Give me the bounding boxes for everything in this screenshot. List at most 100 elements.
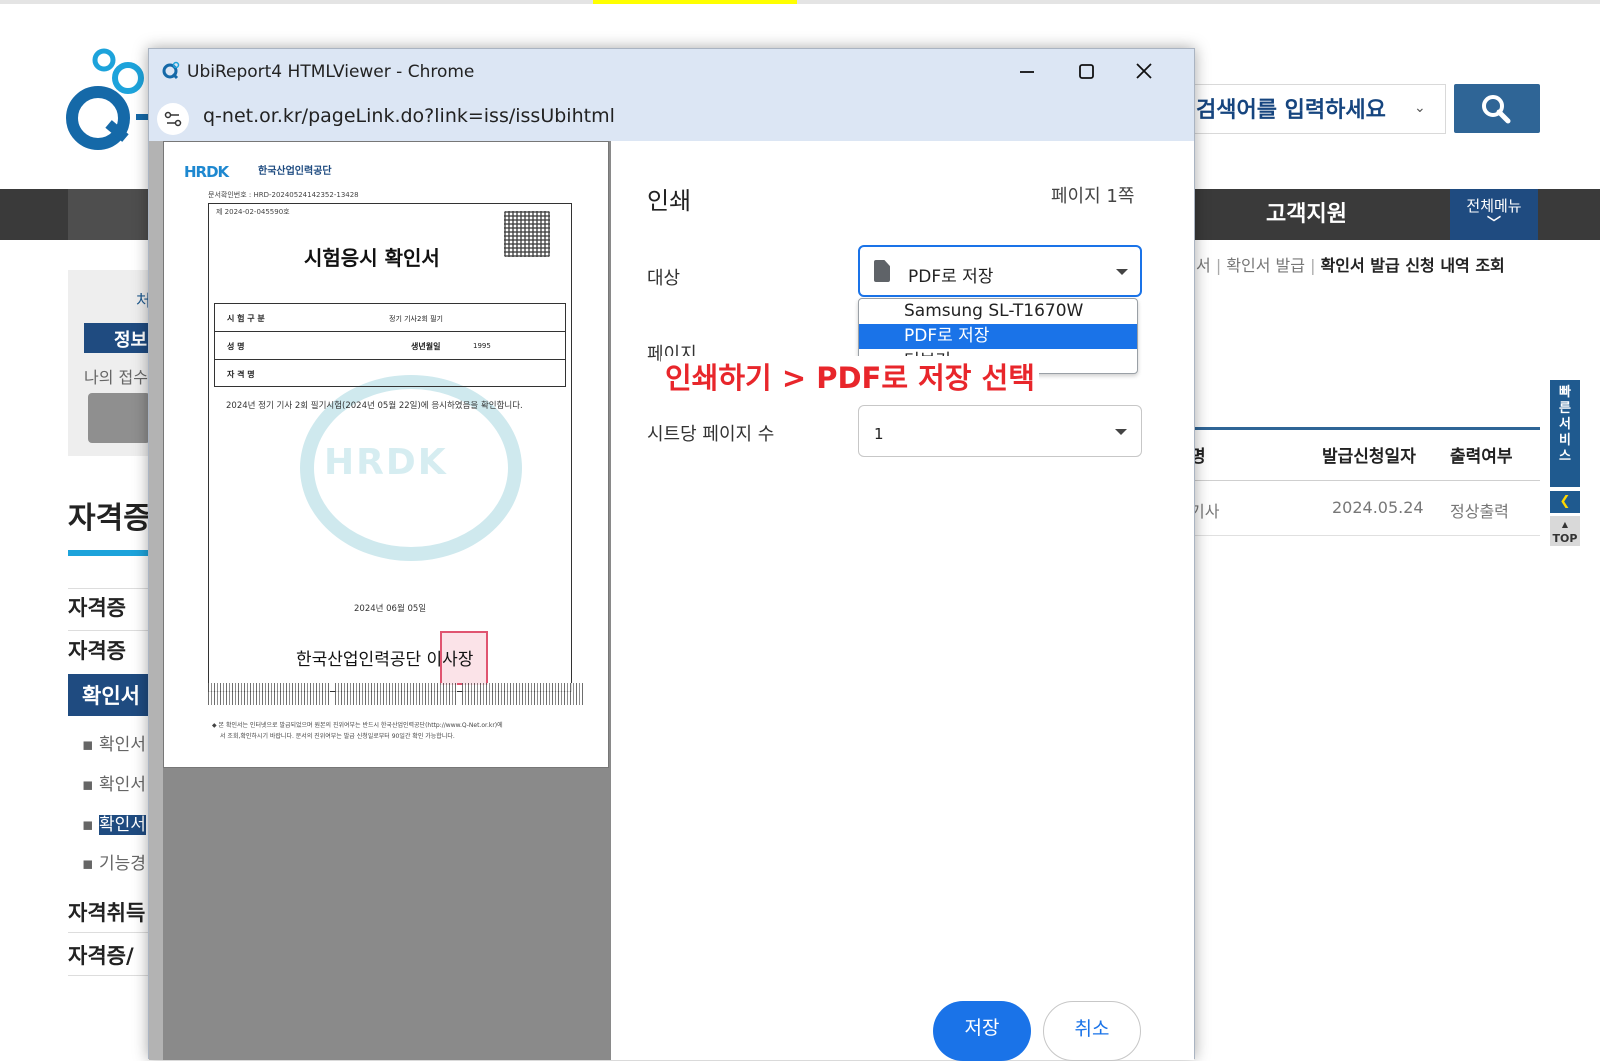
pages-per-sheet-select[interactable]: 1 bbox=[858, 405, 1142, 457]
nav-item-partial[interactable] bbox=[68, 189, 150, 240]
preview-page: HRDK 한국산업인력공단 문서확인번호 : HRD-2024052414235… bbox=[163, 141, 609, 768]
destination-label: 대상 bbox=[647, 268, 681, 289]
annotation-label: 인쇄하기 > PDF로 저장 선택 bbox=[661, 356, 1039, 400]
close-icon[interactable] bbox=[1124, 55, 1164, 89]
site-settings-icon bbox=[164, 111, 182, 127]
all-menu-label: 전체메뉴 bbox=[1466, 197, 1522, 215]
table-bottom-border bbox=[1190, 535, 1540, 536]
document-frame bbox=[208, 203, 572, 692]
left-menu-item[interactable]: 자격증 bbox=[68, 635, 126, 665]
divider bbox=[68, 630, 150, 631]
left-menu-item[interactable]: 자격증/ bbox=[68, 940, 134, 970]
row-label: 시 험 구 분 bbox=[227, 314, 265, 323]
document-icon bbox=[874, 260, 890, 282]
caret-down-icon bbox=[1115, 429, 1127, 435]
hrdk-logo-text: HRDK bbox=[184, 163, 229, 181]
chrome-popup-window: UbiReport4 HTMLViewer - Chrome q-net.or.… bbox=[148, 48, 1195, 1061]
left-submenu-label: 확인서 bbox=[98, 815, 146, 835]
scroll-top-button[interactable]: ▲ TOP bbox=[1550, 516, 1580, 546]
row-value: 1995 bbox=[473, 342, 491, 350]
issue-date: 2024년 06월 05일 bbox=[354, 604, 427, 614]
table-top-border bbox=[1190, 427, 1540, 430]
window-title: UbiReport4 HTMLViewer - Chrome bbox=[187, 62, 475, 82]
quick-service-tab[interactable]: 빠른서비스 bbox=[1550, 380, 1580, 487]
left-submenu-label: 기능경 bbox=[98, 854, 146, 874]
print-settings-panel: 인쇄 페이지 1쪽 대상 PDF로 저장 페이지 Samsung SL-T167… bbox=[611, 141, 1194, 1061]
row-label: 자 격 명 bbox=[227, 370, 255, 379]
hrdk-logo: HRDK bbox=[184, 162, 229, 181]
breadcrumb-partial: 서 bbox=[1196, 256, 1211, 275]
footnote: ◆ 본 확인서는 인터넷으로 발급되었으며 원본의 진위여부는 반드시 한국산업… bbox=[212, 722, 503, 729]
destination-option-selected[interactable]: PDF로 저장 bbox=[859, 324, 1137, 349]
left-menu-item[interactable]: 자격취득 bbox=[68, 897, 145, 927]
table-row: 자 격 명 bbox=[215, 360, 565, 388]
left-submenu-item[interactable]: ▪ 확인서 bbox=[82, 730, 146, 755]
table-header-date: 발급신청일자 bbox=[1322, 447, 1416, 467]
page-count: 페이지 1쪽 bbox=[1051, 186, 1135, 207]
org-name: 한국산업인력공단 bbox=[258, 166, 332, 177]
maximize-icon[interactable] bbox=[1066, 55, 1106, 89]
divider bbox=[68, 975, 150, 976]
cert-number: 제 2024-02-045590호 bbox=[216, 208, 290, 216]
table-cell-status: 정상출력 bbox=[1450, 502, 1509, 521]
search-dropdown-caret[interactable]: ⌄ bbox=[1414, 100, 1426, 116]
divider bbox=[68, 932, 150, 933]
footnote: 서 조회,확인하시기 바랍니다. 문서의 진위여부는 발급 신청일로부터 90일… bbox=[220, 733, 455, 740]
section-title: 자격증 bbox=[68, 501, 151, 536]
breadcrumb-current: 확인서 발급 신청 내역 조회 bbox=[1320, 256, 1505, 275]
table-header-status: 출력여부 bbox=[1450, 447, 1513, 467]
breadcrumb-item[interactable]: 확인서 발급 bbox=[1226, 256, 1305, 275]
qr-code bbox=[504, 211, 550, 257]
arrow-up-icon: ▲ bbox=[1561, 520, 1569, 529]
my-application-text: 나의 접수 bbox=[84, 368, 148, 387]
destination-select[interactable]: PDF로 저장 bbox=[858, 245, 1142, 297]
minimize-icon[interactable] bbox=[1007, 55, 1047, 89]
barcode bbox=[335, 683, 457, 705]
table-cell-date: 2024.05.24 bbox=[1332, 498, 1424, 517]
print-dialog: HRDK 한국산업인력공단 문서확인번호 : HRD-2024052414235… bbox=[149, 141, 1194, 1061]
top-label: TOP bbox=[1552, 532, 1578, 545]
all-menu-button[interactable]: 전체메뉴 ﹀ bbox=[1450, 189, 1538, 240]
top-bar-highlight bbox=[593, 0, 797, 4]
chevron-left-icon[interactable]: ❮ bbox=[1550, 491, 1580, 513]
quick-service-label: 빠른서비스 bbox=[1559, 385, 1571, 464]
search-placeholder: 검색어를 입력하세요 bbox=[1196, 98, 1386, 123]
q-net-logo[interactable] bbox=[62, 40, 162, 155]
preview-edge bbox=[149, 141, 163, 1060]
search-button[interactable] bbox=[1454, 84, 1540, 133]
left-menu-item-active[interactable]: 확인서 bbox=[68, 674, 150, 716]
pages-per-sheet-label: 시트당 페이지 수 bbox=[647, 424, 775, 445]
divider bbox=[68, 588, 150, 589]
destination-option[interactable]: Samsung SL-T1670W Series bbox=[859, 299, 1137, 346]
row-value: 정기 기사2회 필기 bbox=[389, 315, 443, 323]
doc-number: 문서확인번호 : HRD-20240524142352-13428 bbox=[208, 191, 359, 199]
table-row: 시 험 구 분 정기 기사2회 필기 bbox=[215, 304, 565, 332]
left-submenu-item[interactable]: ▪ 기능경 bbox=[82, 849, 146, 874]
url-bar[interactable]: q-net.or.kr/pageLink.do?link=iss/issUbih… bbox=[203, 105, 615, 127]
barcode bbox=[462, 683, 584, 705]
info-button[interactable]: 정보 bbox=[84, 323, 150, 353]
cancel-button[interactable]: 취소 bbox=[1043, 1001, 1141, 1061]
pages-per-sheet-value: 1 bbox=[874, 425, 884, 443]
top-bar bbox=[0, 0, 1600, 4]
table-row: 성 명 생년월일 1995 bbox=[215, 332, 565, 360]
save-button[interactable]: 저장 bbox=[933, 1001, 1031, 1061]
caret-down-icon bbox=[1116, 269, 1128, 275]
search-icon bbox=[1482, 95, 1511, 124]
left-submenu-item[interactable]: ▪ 확인서 bbox=[82, 770, 146, 795]
gray-button[interactable] bbox=[88, 393, 150, 443]
statement-text: 2024년 정기 기사 2회 필기시험(2024년 05월 22일)에 응시하였… bbox=[226, 401, 523, 411]
barcode bbox=[208, 683, 330, 705]
issuer-name: 한국산업인력공단 이사장 bbox=[296, 650, 474, 670]
left-menu-item[interactable]: 자격증 bbox=[68, 592, 126, 622]
q-net-favicon bbox=[162, 61, 180, 80]
left-submenu-label: 확인서 bbox=[98, 775, 146, 795]
nav-item-support[interactable]: 고객지원 bbox=[1266, 196, 1347, 228]
print-title: 인쇄 bbox=[647, 187, 692, 215]
left-submenu-label: 확인서 bbox=[98, 735, 146, 755]
breadcrumb: 서 | 확인서 발급 | 확인서 발급 신청 내역 조회 bbox=[1196, 256, 1505, 275]
left-submenu-item-active[interactable]: ▪ 확인서 bbox=[82, 810, 146, 835]
site-settings-button[interactable] bbox=[157, 103, 189, 135]
table-divider bbox=[1190, 480, 1540, 481]
section-title-underline bbox=[68, 550, 150, 556]
